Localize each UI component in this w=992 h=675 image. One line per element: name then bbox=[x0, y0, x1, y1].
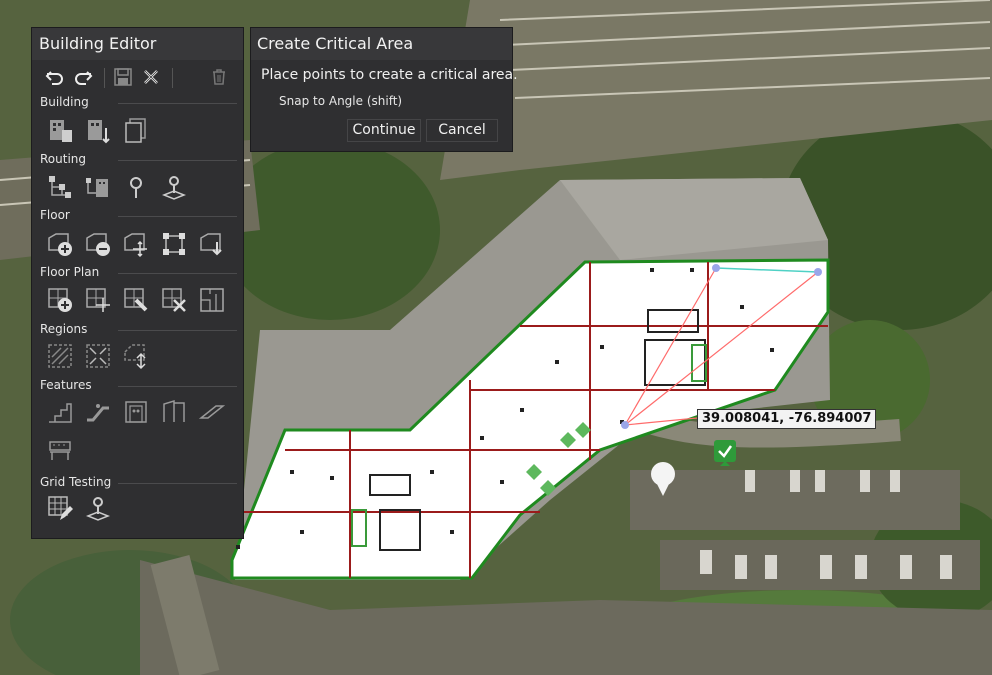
region-draw-icon[interactable] bbox=[44, 340, 76, 372]
building-move-icon[interactable] bbox=[82, 114, 114, 146]
grid-point-icon[interactable] bbox=[82, 492, 114, 524]
section-label-building: Building bbox=[40, 95, 89, 109]
route-building-icon[interactable] bbox=[82, 171, 114, 203]
elevator-icon[interactable] bbox=[120, 396, 152, 428]
escalator-icon[interactable] bbox=[82, 396, 114, 428]
region-move-icon[interactable] bbox=[120, 340, 152, 372]
ramp-icon[interactable] bbox=[196, 396, 228, 428]
floor-export-icon[interactable] bbox=[196, 228, 228, 260]
vertex-point bbox=[712, 264, 720, 272]
continue-button[interactable]: Continue bbox=[347, 119, 421, 142]
cancel-button[interactable]: Cancel bbox=[426, 119, 498, 142]
coordinate-readout: 39.008041, -76.894007 bbox=[697, 409, 877, 429]
building-editor-title: Building Editor bbox=[32, 28, 243, 60]
building-copy-icon[interactable] bbox=[120, 114, 152, 146]
route-network-icon[interactable] bbox=[44, 171, 76, 203]
vertex-point bbox=[814, 268, 822, 276]
grid-edit-icon[interactable] bbox=[44, 492, 76, 524]
trash-icon[interactable] bbox=[208, 66, 230, 88]
undo-icon[interactable] bbox=[44, 66, 66, 88]
redo-icon[interactable] bbox=[72, 66, 94, 88]
section-label-features: Features bbox=[40, 378, 92, 392]
discard-icon[interactable] bbox=[140, 66, 162, 88]
snap-hint: Snap to Angle (shift) bbox=[279, 94, 403, 108]
floor-move-icon[interactable] bbox=[120, 228, 152, 260]
floorplan-move-icon[interactable] bbox=[82, 284, 114, 316]
section-label-floor: Floor bbox=[40, 208, 70, 222]
region-shrink-icon[interactable] bbox=[82, 340, 114, 372]
editor-toolbar bbox=[40, 66, 236, 92]
dialog-title: Create Critical Area bbox=[251, 28, 512, 60]
building-add-icon[interactable] bbox=[44, 114, 76, 146]
floorplan-delete-icon[interactable] bbox=[158, 284, 190, 316]
building-editor-panel: Building Editor Building Routing Floor F… bbox=[32, 28, 243, 538]
route-point-icon[interactable] bbox=[120, 171, 152, 203]
floorplan-add-icon[interactable] bbox=[44, 284, 76, 316]
section-label-regions: Regions bbox=[40, 322, 88, 336]
floorplan-layout-icon[interactable] bbox=[196, 284, 228, 316]
route-node-icon[interactable] bbox=[158, 171, 190, 203]
door-icon[interactable] bbox=[158, 396, 190, 428]
section-label-floor-plan: Floor Plan bbox=[40, 265, 100, 279]
floor-vertices-icon[interactable] bbox=[158, 228, 190, 260]
floor-add-icon[interactable] bbox=[44, 228, 76, 260]
create-critical-area-dialog: Create Critical Area Place points to cre… bbox=[251, 28, 518, 151]
floorplan-edit-icon[interactable] bbox=[120, 284, 152, 316]
floor-remove-icon[interactable] bbox=[82, 228, 114, 260]
bench-icon[interactable] bbox=[44, 434, 76, 466]
dialog-message: Place points to create a critical area. bbox=[261, 67, 518, 83]
section-label-routing: Routing bbox=[40, 152, 87, 166]
stairs-icon[interactable] bbox=[44, 396, 76, 428]
section-label-grid-testing: Grid Testing bbox=[40, 475, 112, 489]
vertex-point bbox=[621, 421, 629, 429]
save-icon[interactable] bbox=[112, 66, 134, 88]
